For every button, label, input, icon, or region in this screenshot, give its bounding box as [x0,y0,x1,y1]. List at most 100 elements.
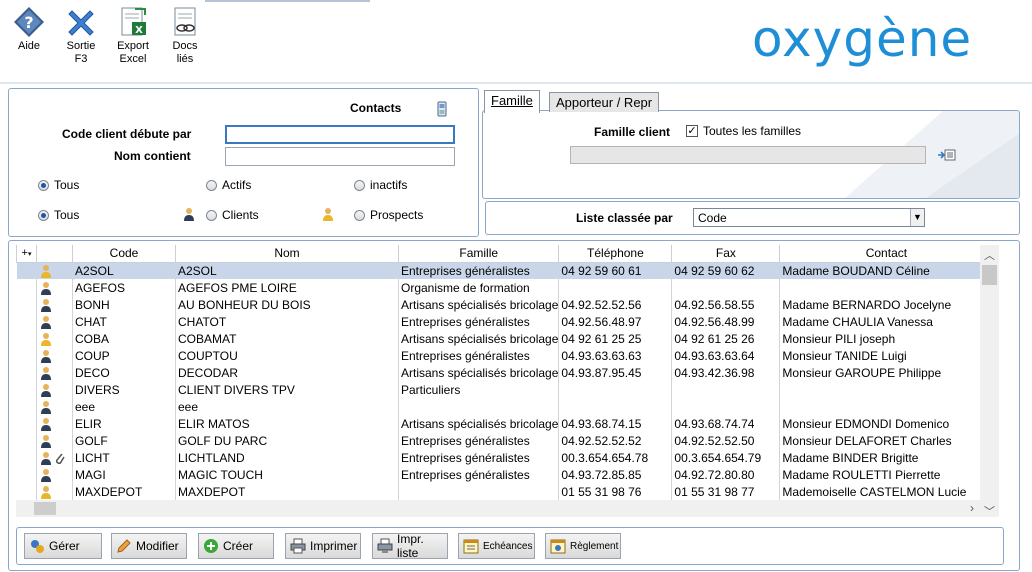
row-selector[interactable] [16,415,37,432]
row-icons [36,398,73,415]
status-radio-active[interactable]: Actifs [206,178,251,192]
row-selector[interactable] [16,279,37,296]
icon-column-header [36,245,73,263]
type-radio-prospects[interactable]: Prospects [354,208,423,222]
cell-nom: COBAMAT [175,330,399,347]
cell-contact [779,381,994,398]
row-selector[interactable] [16,296,37,313]
create-button[interactable]: Créer [198,533,274,559]
type-radio-all[interactable]: Tous [38,208,79,222]
column-header-telephone[interactable]: Téléphone [558,245,673,263]
prospect-person-icon [41,485,51,499]
exit-button[interactable]: Sortie F3 [62,6,100,66]
payment-button[interactable]: Règlement [545,533,621,559]
prospect-person-icon [41,265,51,279]
table-row[interactable]: GOLF GOLF DU PARC Entreprises généralistes… [16,432,994,449]
export-excel-button[interactable]: X Export Excel [113,6,153,66]
cell-code: eee [72,398,176,415]
scroll-thumb[interactable] [982,265,997,285]
row-selector[interactable] [16,262,37,279]
column-header-famille[interactable]: Famille [397,245,560,263]
table-row[interactable]: MAXDEPOT MAXDEPOT 01 55 31 98 76 01 55 31 9… [16,483,994,500]
cell-code: CHAT [72,313,176,330]
column-chooser[interactable]: +▾ [16,245,37,263]
name-label: Nom contient [114,149,191,163]
client-person-icon [41,468,51,482]
palm-icon [769,20,797,34]
client-person-icon [41,349,51,363]
chevron-right-icon[interactable]: › [970,501,974,515]
column-header-fax[interactable]: Fax [671,245,781,263]
type-radio-clients[interactable]: Clients [206,208,259,222]
table-row[interactable]: AGEFOS AGEFOS PME LOIRE Organisme de forma… [16,279,994,296]
row-selector[interactable] [16,432,37,449]
oxygene-logo: oxygène [752,10,1014,72]
table-row[interactable]: DECO DECODAR Artisans spécialisés bricolag… [16,364,994,381]
cell-contact: Madame ROULETTI Pierrette [779,466,994,483]
table-row[interactable]: MAGI MAGIC TOUCH Entreprises généralistes 0… [16,466,994,483]
cell-telephone [558,398,673,415]
phone-icon[interactable] [437,101,447,117]
radio-dot [38,179,49,191]
table-row[interactable]: BONH AU BONHEUR DU BOIS Artisans spécialis… [16,296,994,313]
column-header-code[interactable]: Code [72,245,176,263]
status-radio-inactive[interactable]: inactifs [354,178,407,192]
table-row[interactable]: CHAT CHATOT Entreprises généralistes 04.92.… [16,313,994,330]
cell-contact: Monsieur GAROUPE Philippe [779,364,994,381]
horizontal-scrollbar[interactable]: › [16,500,980,517]
table-row[interactable]: DIVERS CLIENT DIVERS TPV Particuliers [16,381,994,398]
row-selector[interactable] [16,449,37,466]
create-label: Créer [223,539,254,553]
cell-telephone [558,279,673,296]
help-button[interactable]: ? Aide [10,6,48,53]
code-input[interactable] [225,125,455,144]
row-selector[interactable] [16,381,37,398]
cell-telephone: 04 92 59 60 61 [558,262,673,279]
row-selector[interactable] [16,364,37,381]
chevron-down-icon[interactable]: ﹀ [980,503,999,520]
all-families-checkbox[interactable]: ✓ [686,125,698,137]
chevron-up-icon[interactable]: ︿ [980,247,999,264]
row-selector[interactable] [16,347,37,364]
tab-famille[interactable]: Famille [484,90,540,113]
edit-button[interactable]: Modifier [111,533,187,559]
cell-famille: Particuliers [398,381,560,398]
row-selector[interactable] [16,313,37,330]
table-row[interactable]: A2SOL A2SOL Entreprises généralistes 04 92 … [16,262,994,279]
linked-docs-button[interactable]: Docs liés [166,6,204,66]
tab-apporteur[interactable]: Apporteur / Repr [549,92,660,112]
manage-button[interactable]: Gérer [24,533,102,559]
sort-panel: Liste classée par Code ▼ [485,201,1020,235]
status-radio-all[interactable]: Tous [38,178,79,192]
linked-docs-label: Docs liés [172,40,198,65]
row-selector[interactable] [16,466,37,483]
row-icons [36,279,73,296]
export-excel-label: Export Excel [117,40,149,65]
cell-nom: eee [175,398,399,415]
cell-code: DECO [72,364,176,381]
print-button[interactable]: Imprimer [285,533,361,559]
cell-nom: ELIR MATOS [175,415,399,432]
table-row[interactable]: ELIR ELIR MATOS Artisans spécialisés brico… [16,415,994,432]
row-selector[interactable] [16,398,37,415]
table-row[interactable]: LICHT LICHTLAND Entreprises généralistes 00… [16,449,994,466]
row-selector[interactable] [16,330,37,347]
family-picker-icon[interactable] [937,148,957,162]
chevron-down-icon[interactable]: ▼ [910,209,924,226]
column-header-contact[interactable]: Contact [779,245,994,263]
due-dates-button[interactable]: Echéances [458,533,535,559]
help-label: Aide [17,40,41,52]
name-input[interactable] [225,147,455,166]
scroll-thumb[interactable] [34,502,56,515]
table-row[interactable]: COBA COBAMAT Artisans spécialisés bricolag… [16,330,994,347]
vertical-scrollbar[interactable]: ︿ ﹀ [980,245,999,520]
cell-nom: COUPTOU [175,347,399,364]
print-list-button[interactable]: Impr. liste [372,532,448,560]
plus-icon [204,539,218,553]
row-selector[interactable] [16,483,37,500]
payment-label: Règlement [570,540,619,552]
column-header-nom[interactable]: Nom [175,245,399,263]
table-row[interactable]: eee eee [16,398,994,415]
sort-select[interactable]: Code ▼ [693,208,925,227]
table-row[interactable]: COUP COUPTOU Entreprises généralistes 04.93… [16,347,994,364]
